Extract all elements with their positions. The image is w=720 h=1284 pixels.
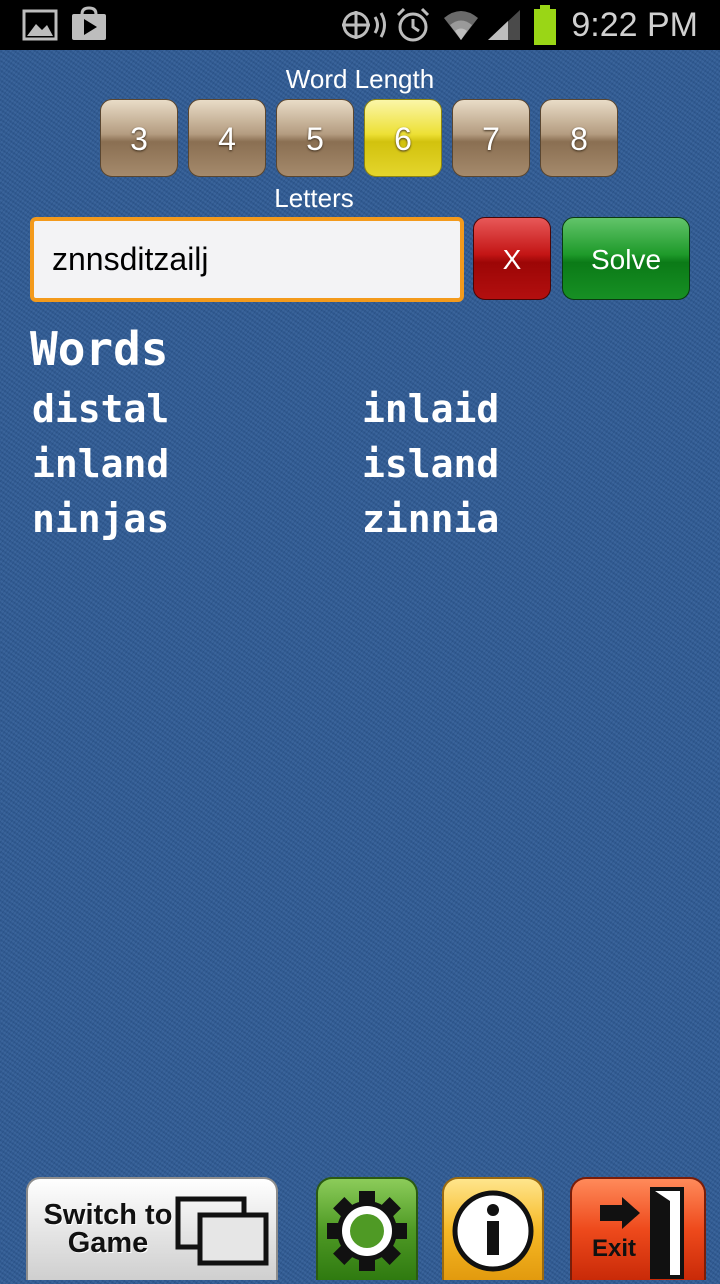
word-item: inland bbox=[32, 442, 170, 486]
word-item: distal bbox=[32, 387, 170, 431]
windows-icon bbox=[175, 1196, 269, 1266]
exit-label: Exit bbox=[592, 1235, 637, 1262]
gps-icon bbox=[342, 11, 386, 39]
word-length-label: Word Length bbox=[285, 64, 435, 94]
status-bar: 9:22 PM bbox=[0, 0, 720, 50]
info-icon bbox=[452, 1190, 534, 1272]
exit-button[interactable]: Exit bbox=[570, 1177, 706, 1280]
length-option-3[interactable]: 3 bbox=[100, 99, 178, 177]
switch-to-game-button[interactable]: Switch to Game bbox=[26, 1177, 278, 1280]
length-option-4[interactable]: 4 bbox=[188, 99, 266, 177]
signal-icon bbox=[488, 10, 520, 40]
word-item: ninjas bbox=[32, 497, 170, 541]
letters-label: Letters bbox=[274, 183, 354, 213]
status-time: 9:22 PM bbox=[571, 6, 698, 44]
switch-label-line1: Switch to bbox=[43, 1199, 173, 1231]
battery-icon bbox=[534, 5, 556, 45]
word-length-selector: 3 4 5 6 7 8 bbox=[100, 99, 620, 177]
info-button[interactable] bbox=[442, 1177, 544, 1280]
letters-input[interactable] bbox=[30, 217, 464, 302]
word-item: island bbox=[362, 442, 500, 486]
length-option-8[interactable]: 8 bbox=[540, 99, 618, 177]
clear-button[interactable]: X bbox=[473, 217, 551, 300]
word-item: inlaid bbox=[362, 387, 500, 431]
switch-to-game-label: Switch to Game bbox=[38, 1199, 178, 1259]
length-option-5[interactable]: 5 bbox=[276, 99, 354, 177]
words-heading: Words bbox=[30, 322, 169, 376]
length-option-7[interactable]: 7 bbox=[452, 99, 530, 177]
word-item: zinnia bbox=[362, 497, 500, 541]
length-option-6[interactable]: 6 bbox=[364, 99, 442, 177]
gallery-icon bbox=[22, 9, 58, 41]
wifi-icon bbox=[444, 11, 478, 40]
play-store-icon bbox=[72, 6, 106, 40]
alarm-icon bbox=[396, 7, 430, 42]
solve-button[interactable]: Solve bbox=[562, 217, 690, 300]
gear-icon bbox=[327, 1191, 407, 1271]
exit-door-icon bbox=[600, 1187, 684, 1279]
switch-label-line2: Game bbox=[67, 1227, 149, 1259]
settings-button[interactable] bbox=[316, 1177, 418, 1280]
